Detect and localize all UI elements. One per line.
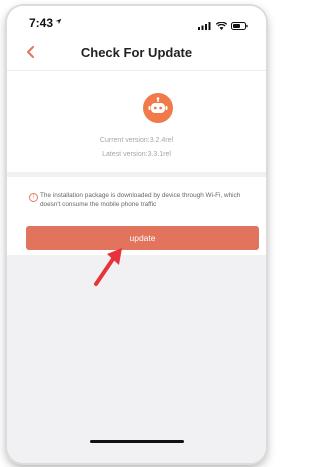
signal-icon [198, 22, 211, 30]
latest-version: Latest version:3.3.1rel [102, 151, 171, 158]
home-indicator[interactable] [90, 440, 184, 443]
version-info-card: Current version:3.2.4rel Latest version:… [7, 71, 266, 172]
annotation-arrow-icon [94, 248, 122, 286]
page-title: Check For Update [80, 45, 193, 60]
battery-icon [231, 22, 248, 30]
current-version: Current version:3.2.4rel [99, 137, 174, 144]
nav-bar: Check For Update [7, 34, 266, 71]
robot-icon [148, 97, 168, 113]
status-icons [198, 17, 248, 35]
phone-frame: 7:43 Check For Update Current version:3.… [7, 6, 266, 463]
location-arrow-icon [55, 18, 62, 25]
wifi-icon [215, 21, 227, 30]
notice-text: The installation package is downloaded b… [40, 192, 241, 208]
status-time: 7:43 [29, 16, 54, 30]
update-button[interactable]: update [26, 226, 259, 250]
notice-card: ! The installation package is downloaded… [7, 177, 266, 255]
info-circle-icon: ! [29, 193, 38, 202]
status-bar: 7:43 [7, 6, 266, 34]
robot-avatar [143, 93, 173, 123]
